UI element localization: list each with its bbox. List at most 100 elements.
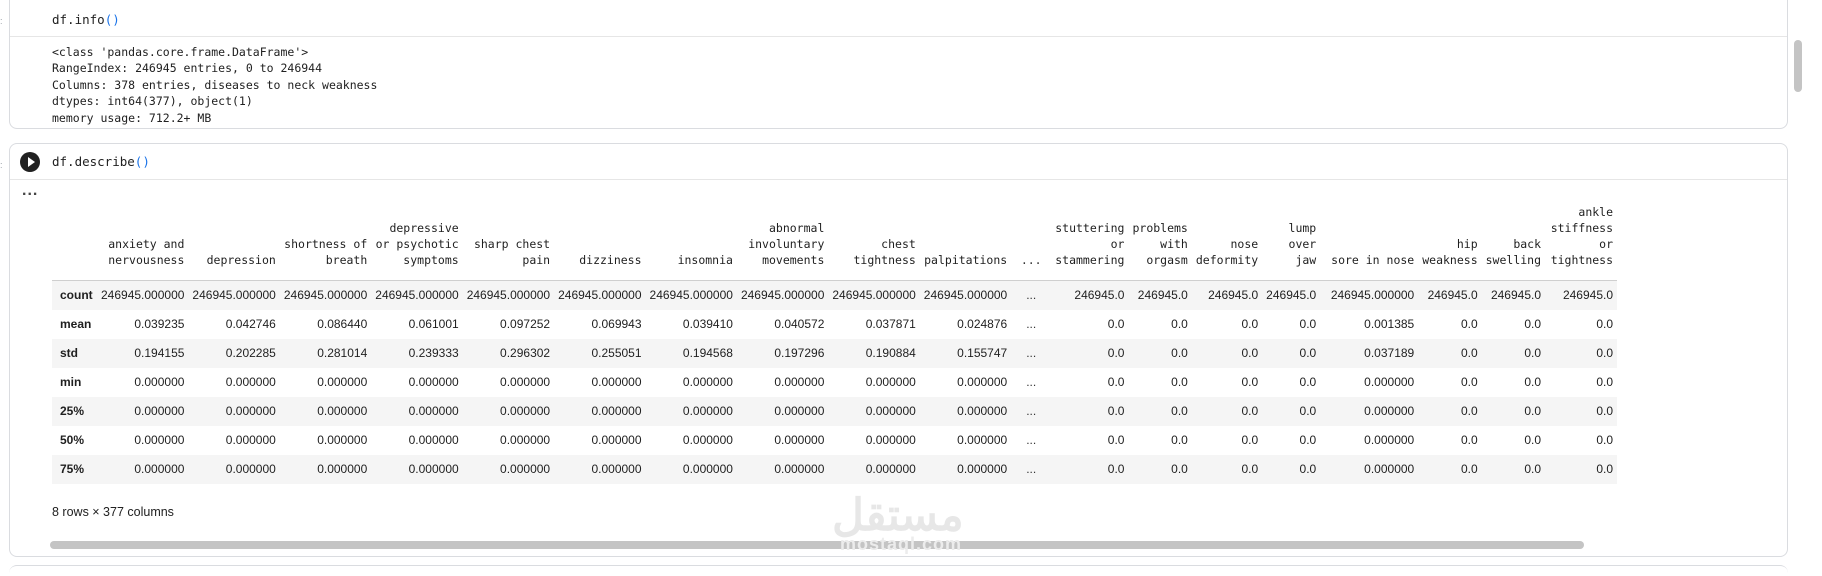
table-cell: 0.281014 (279, 338, 372, 368)
code-cell-info[interactable]: df.info() <class 'pandas.core.frame.Data… (9, 0, 1788, 129)
table-cell: 246945.0 (1128, 280, 1192, 310)
table-cell: 0.000000 (554, 454, 646, 484)
table-cell: 0.0 (1545, 338, 1618, 368)
column-header: hip weakness (1422, 236, 1478, 267)
table-cell: 0.239333 (371, 338, 463, 368)
table-cell: 0.000000 (736, 454, 829, 484)
table-cell: 0.0 (1299, 317, 1317, 331)
table-cell: 0.0 (1482, 484, 1545, 492)
table-cell: 0.000000 (645, 454, 737, 484)
table-cell: 0.000000 (774, 375, 825, 389)
cell-output-text: <class 'pandas.core.frame.DataFrame'> Ran… (52, 44, 377, 126)
index-header (52, 192, 97, 280)
table-cell: 0.000000 (408, 375, 459, 389)
table-cell: 0.202285 (188, 338, 280, 368)
table-cell: 0.0 (1262, 338, 1321, 368)
table-cell: 0.194568 (645, 338, 737, 368)
table-cell: ... (1011, 484, 1051, 492)
table-cell: 0.000000 (828, 454, 920, 484)
column-header: dizziness (579, 252, 642, 267)
table-cell: 0.000000 (97, 454, 189, 484)
output-line: dtypes: int64(377), object(1) (52, 94, 253, 109)
run-cell-button[interactable] (20, 152, 40, 172)
table-cell: 0.197296 (736, 338, 829, 368)
table-cell: 0.000000 (1320, 454, 1419, 484)
table-cell: 246945.000000 (828, 280, 920, 310)
table-cell: 0.061001 (408, 317, 459, 331)
table-cell: 246945.000000 (1320, 280, 1419, 310)
table-cell: ... (1026, 317, 1037, 331)
table-cell: 0.000000 (317, 433, 368, 447)
column-header: sharp chest pain (473, 236, 551, 267)
table-cell: 0.0 (1418, 484, 1481, 492)
table-row: 75% 0.000000 0.000000 0.000000 0.000000 0.000… (52, 454, 1618, 484)
table-cell: 0.000000 (371, 454, 463, 484)
table-cell: 0.039410 (682, 317, 733, 331)
table-cell: 0.194155 (97, 338, 189, 368)
table-cell: ... (1026, 375, 1037, 389)
horizontal-scrollbar-thumb[interactable] (50, 541, 1584, 549)
watermark-text: mostaql.com (840, 534, 963, 554)
table-cell: 0.0 (1262, 454, 1321, 484)
gutter-marker: : (0, 160, 3, 170)
table-cell: 0.0 (1524, 433, 1542, 447)
table-cell: 246945.000000 (188, 280, 280, 310)
more-horizontal-icon[interactable]: ... (22, 182, 38, 200)
column-header: nose deformity (1195, 236, 1259, 267)
table-cell: ... (1011, 396, 1052, 426)
table-cell: 0.0 (1481, 396, 1546, 426)
table-cell: 0.0 (1128, 338, 1192, 368)
table-cell: 246945.000000 (554, 280, 646, 310)
table-cell: 0.0 (1418, 396, 1482, 426)
column-header: abnormal involuntary movements (748, 220, 825, 267)
table-cell: 0.000000 (408, 433, 459, 447)
table-cell: 0.0 (1481, 338, 1546, 368)
table-cell: 0.0 (1524, 375, 1542, 389)
table-cell: 0.000000 (1364, 375, 1415, 389)
column-header: problems with orgasm (1132, 220, 1188, 267)
column-header: depressive or psychotic symptoms (375, 220, 459, 267)
table-cell: 0.037871 (865, 317, 916, 331)
table-cell: 246945.0 (1481, 280, 1546, 310)
table-cell: 0.0 (1171, 317, 1188, 331)
table-cell: 1.000000 (646, 484, 737, 492)
vertical-scrollbar-thumb[interactable] (1794, 40, 1802, 92)
table-cell: 246945.0 (1191, 280, 1263, 310)
describe-table: anxiety and nervousness depression shortne… (52, 192, 1618, 492)
table-cell: 246945.000000 (736, 280, 829, 310)
table-cell: 0.0 (1051, 396, 1129, 426)
table-cell: 0.024876 (957, 317, 1008, 331)
table-cell: 0.0 (1051, 454, 1129, 484)
table-cell: 1.000000 (1320, 484, 1418, 492)
table-row: 50% 0.000000 0.000000 0.000000 0.000000 0.000… (52, 426, 1617, 455)
column-header: lump over jaw (1288, 220, 1317, 267)
table-cell: 0.0 (1596, 317, 1614, 331)
table-cell: 0.000000 (500, 375, 551, 389)
table-cell: 0.000000 (828, 396, 920, 426)
row-index-label: 75% (52, 454, 97, 484)
table-cell: 246945.000000 (919, 280, 1012, 310)
table-cell: 0.0 (1481, 454, 1546, 484)
table-cell: 0.000000 (97, 396, 189, 426)
column-header: chest tightness (853, 236, 916, 267)
table-cell: 246945.000000 (371, 280, 463, 310)
table-cell: 0.000000 (682, 375, 733, 389)
output-line: RangeIndex: 246945 entries, 0 to 246944 (52, 61, 323, 76)
table-cell: 0.001385 (1364, 317, 1415, 331)
cell-code[interactable]: df.describe() (52, 154, 150, 169)
table-cell: 0.000000 (957, 433, 1008, 447)
table-cell: 0.000000 (682, 433, 733, 447)
play-circle-icon (28, 157, 35, 167)
table-cell: 0.000000 (134, 433, 185, 447)
output-line: <class 'pandas.core.frame.DataFrame'> (52, 45, 309, 59)
table-cell: 0.040572 (774, 317, 825, 331)
column-header: depression (206, 252, 276, 267)
output-line: memory usage: 712.2+ MB (52, 110, 212, 125)
table-cell: 0.0 (1418, 454, 1482, 484)
table-cell: 0.000000 (371, 396, 463, 426)
cell-code[interactable]: df.info() (52, 12, 120, 27)
table-cell: 1.000000 (188, 484, 279, 492)
table-row: std 0.194155 0.202285 0.281014 0.239333 0.296… (52, 338, 1618, 368)
table-cell: 0.0 (1107, 317, 1125, 331)
table-cell: 0.000000 (188, 454, 280, 484)
